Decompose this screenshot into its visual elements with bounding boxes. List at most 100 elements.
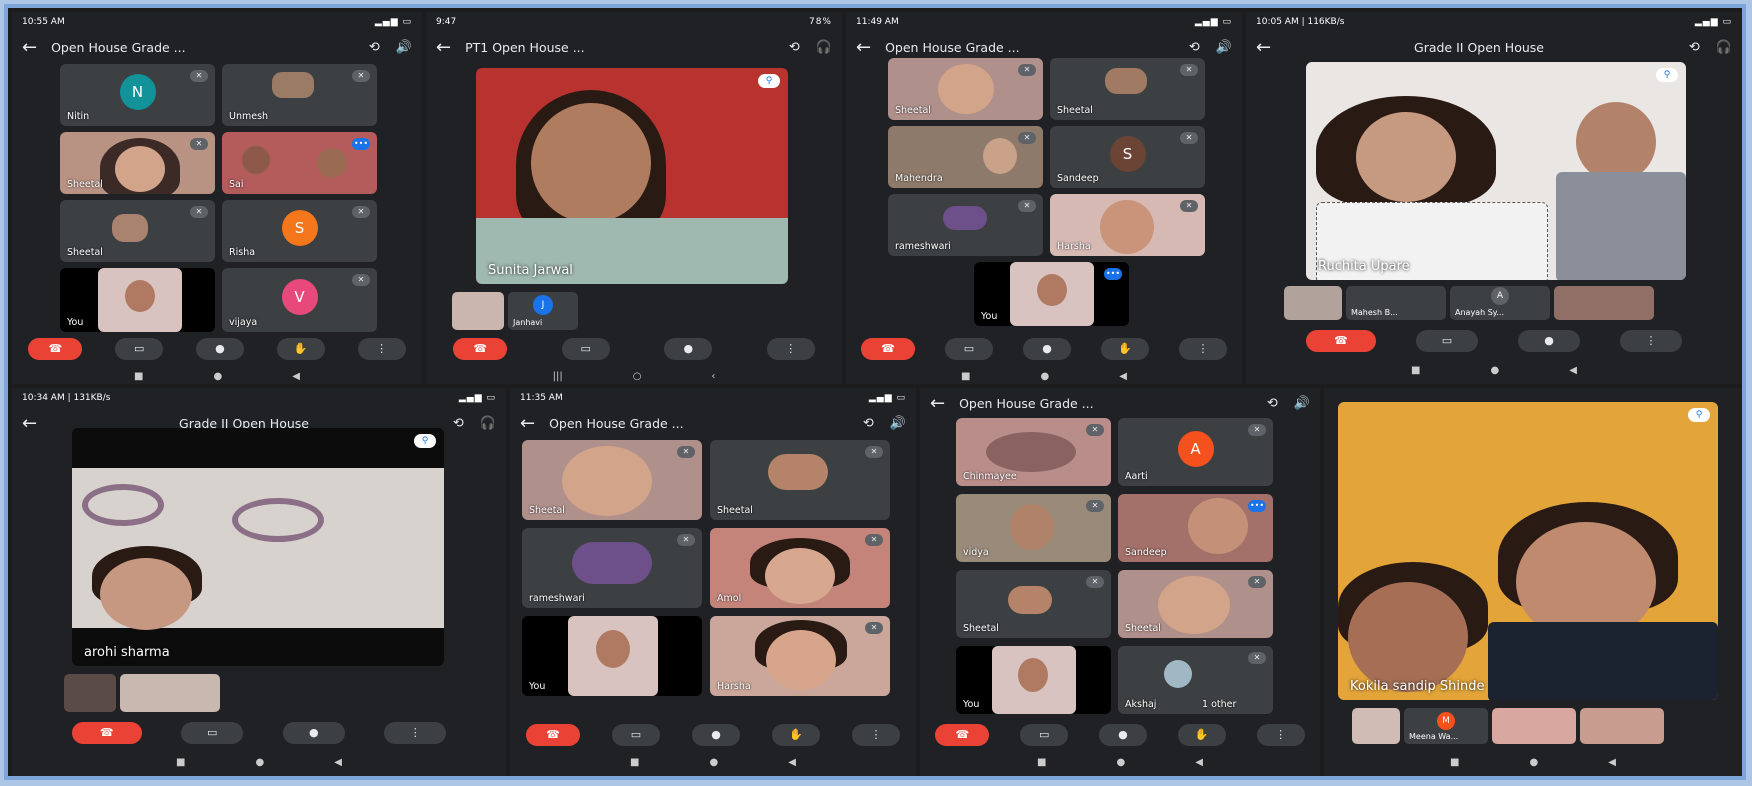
raise-hand-button[interactable]: ✋: [1177, 724, 1226, 746]
self-thumbnail[interactable]: [1352, 708, 1400, 744]
more-options-button[interactable]: ⋮: [1179, 338, 1227, 360]
camera-button[interactable]: ▭: [1020, 724, 1069, 746]
participant-tile[interactable]: ✕ Harsha: [1050, 194, 1205, 256]
end-call-button[interactable]: ☎: [861, 338, 915, 360]
participant-tile[interactable]: ✕ Sheetal: [60, 132, 215, 194]
back-nav-icon[interactable]: ‹: [711, 371, 715, 382]
participant-thumbnail[interactable]: Mahesh B...: [1346, 286, 1446, 320]
switch-camera-icon[interactable]: ⟲: [1189, 40, 1200, 55]
end-call-button[interactable]: ☎: [28, 338, 83, 360]
headphones-icon[interactable]: 🎧: [1716, 40, 1732, 55]
participant-tile[interactable]: ••• Sai: [222, 132, 377, 194]
speaker-icon[interactable]: 🔊: [1216, 40, 1232, 55]
participant-tile[interactable]: ✕ Mahendra: [888, 126, 1043, 188]
home-icon[interactable]: ●: [1491, 365, 1500, 376]
back-arrow-icon[interactable]: ←: [1256, 37, 1271, 58]
recents-icon[interactable]: ■: [1450, 757, 1459, 768]
more-options-button[interactable]: ⋮: [384, 722, 447, 744]
back-arrow-icon[interactable]: ←: [856, 37, 871, 58]
mic-button[interactable]: ●: [1098, 724, 1147, 746]
mic-button[interactable]: ●: [692, 724, 740, 746]
more-options-button[interactable]: ⋮: [1620, 330, 1682, 352]
other-participants-count[interactable]: 1 other: [1198, 699, 1241, 710]
mic-button[interactable]: ●: [195, 338, 244, 360]
main-video[interactable]: ⚲ Kokila sandip Shinde: [1338, 402, 1718, 700]
main-video[interactable]: ⚲ Ruchita Upare: [1306, 62, 1686, 280]
meeting-title[interactable]: Open House Grade ...: [959, 396, 1251, 411]
pin-icon[interactable]: ⚲: [1656, 68, 1678, 82]
participant-thumbnail[interactable]: [1554, 286, 1654, 320]
participant-tile[interactable]: ✕ Sheetal: [888, 58, 1043, 120]
participant-tile[interactable]: ✕ Unmesh: [222, 64, 377, 126]
recents-icon[interactable]: |||: [553, 371, 563, 382]
self-thumbnail[interactable]: [1284, 286, 1342, 320]
participant-tile[interactable]: ✕ Sheetal: [956, 570, 1111, 638]
participant-tile[interactable]: ✕ vidya: [956, 494, 1111, 562]
back-arrow-icon[interactable]: ←: [22, 37, 37, 58]
meeting-title[interactable]: PT1 Open House ...: [465, 40, 773, 55]
pin-icon[interactable]: ⚲: [1688, 408, 1710, 422]
back-nav-icon[interactable]: ◀: [1569, 365, 1577, 376]
headphones-icon[interactable]: 🎧: [816, 40, 832, 55]
participant-tile[interactable]: ✕ Sheetal: [710, 440, 890, 520]
back-nav-icon[interactable]: ◀: [1608, 757, 1616, 768]
participant-thumbnail[interactable]: [1492, 708, 1576, 744]
switch-camera-icon[interactable]: ⟲: [1267, 396, 1278, 411]
participant-thumbnail[interactable]: A Anayah Sy...: [1450, 286, 1550, 320]
participant-thumbnail[interactable]: M Meena Wa...: [1404, 708, 1488, 744]
participant-tile[interactable]: ✕ rameshwari: [888, 194, 1043, 256]
camera-button[interactable]: ▭: [115, 338, 164, 360]
end-call-button[interactable]: ☎: [1306, 330, 1376, 352]
raise-hand-button[interactable]: ✋: [772, 724, 820, 746]
main-video[interactable]: ⚲ Sunita Jarwal: [476, 68, 788, 284]
back-arrow-icon[interactable]: ←: [436, 37, 451, 58]
back-nav-icon[interactable]: ◀: [292, 371, 300, 382]
switch-camera-icon[interactable]: ⟲: [863, 416, 874, 431]
switch-camera-icon[interactable]: ⟲: [369, 40, 380, 55]
participant-tile[interactable]: ✕ Sheetal: [1050, 58, 1205, 120]
meeting-title[interactable]: Grade II Open House: [1285, 40, 1673, 55]
home-icon[interactable]: ○: [633, 371, 642, 382]
meeting-title[interactable]: Open House Grade ...: [51, 40, 353, 55]
participant-thumbnail[interactable]: [1580, 708, 1664, 744]
home-icon[interactable]: ●: [1530, 757, 1539, 768]
more-options-button[interactable]: ⋮: [1256, 724, 1305, 746]
home-icon[interactable]: ●: [1117, 757, 1126, 768]
switch-camera-icon[interactable]: ⟲: [453, 416, 464, 431]
participant-tile[interactable]: S ✕ Sandeep: [1050, 126, 1205, 188]
more-options-button[interactable]: ⋮: [766, 338, 815, 360]
end-call-button[interactable]: ☎: [526, 724, 580, 746]
participant-tile[interactable]: ✕ Sheetal: [1118, 570, 1273, 638]
end-call-button[interactable]: ☎: [71, 722, 142, 744]
participant-tile[interactable]: A ✕ Aarti: [1118, 418, 1273, 486]
participant-tile[interactable]: V ✕ vijaya: [222, 268, 377, 332]
recents-icon[interactable]: ■: [630, 757, 639, 768]
participant-tile[interactable]: N ✕ Nitin: [60, 64, 215, 126]
participant-tile[interactable]: ✕ Sheetal: [522, 440, 702, 520]
participant-thumbnail[interactable]: J Janhavi: [508, 292, 578, 330]
back-arrow-icon[interactable]: ←: [520, 413, 535, 434]
participant-tile[interactable]: ✕ Chinmayee: [956, 418, 1111, 486]
back-nav-icon[interactable]: ◀: [1195, 757, 1203, 768]
switch-camera-icon[interactable]: ⟲: [1689, 40, 1700, 55]
more-options-button[interactable]: ⋮: [852, 724, 900, 746]
mic-button[interactable]: ●: [1023, 338, 1071, 360]
back-arrow-icon[interactable]: ←: [930, 393, 945, 414]
back-nav-icon[interactable]: ◀: [788, 757, 796, 768]
speaker-icon[interactable]: 🔊: [1294, 396, 1310, 411]
main-video[interactable]: ⚲ arohi sharma: [72, 428, 444, 666]
self-view-tile[interactable]: You: [60, 268, 215, 332]
raise-hand-button[interactable]: ✋: [276, 338, 325, 360]
mic-button[interactable]: ●: [282, 722, 345, 744]
recents-icon[interactable]: ■: [1411, 365, 1420, 376]
home-icon[interactable]: ●: [710, 757, 719, 768]
camera-button[interactable]: ▭: [181, 722, 244, 744]
home-icon[interactable]: ●: [1041, 371, 1050, 382]
more-options-button[interactable]: ⋮: [357, 338, 406, 360]
self-thumbnail[interactable]: [64, 674, 116, 712]
self-view-tile[interactable]: You: [522, 616, 702, 696]
participant-tile[interactable]: ✕ Amol: [710, 528, 890, 608]
speaker-icon[interactable]: 🔊: [890, 416, 906, 431]
participant-tile[interactable]: ✕ Harsha: [710, 616, 890, 696]
pin-icon[interactable]: ⚲: [414, 434, 436, 448]
